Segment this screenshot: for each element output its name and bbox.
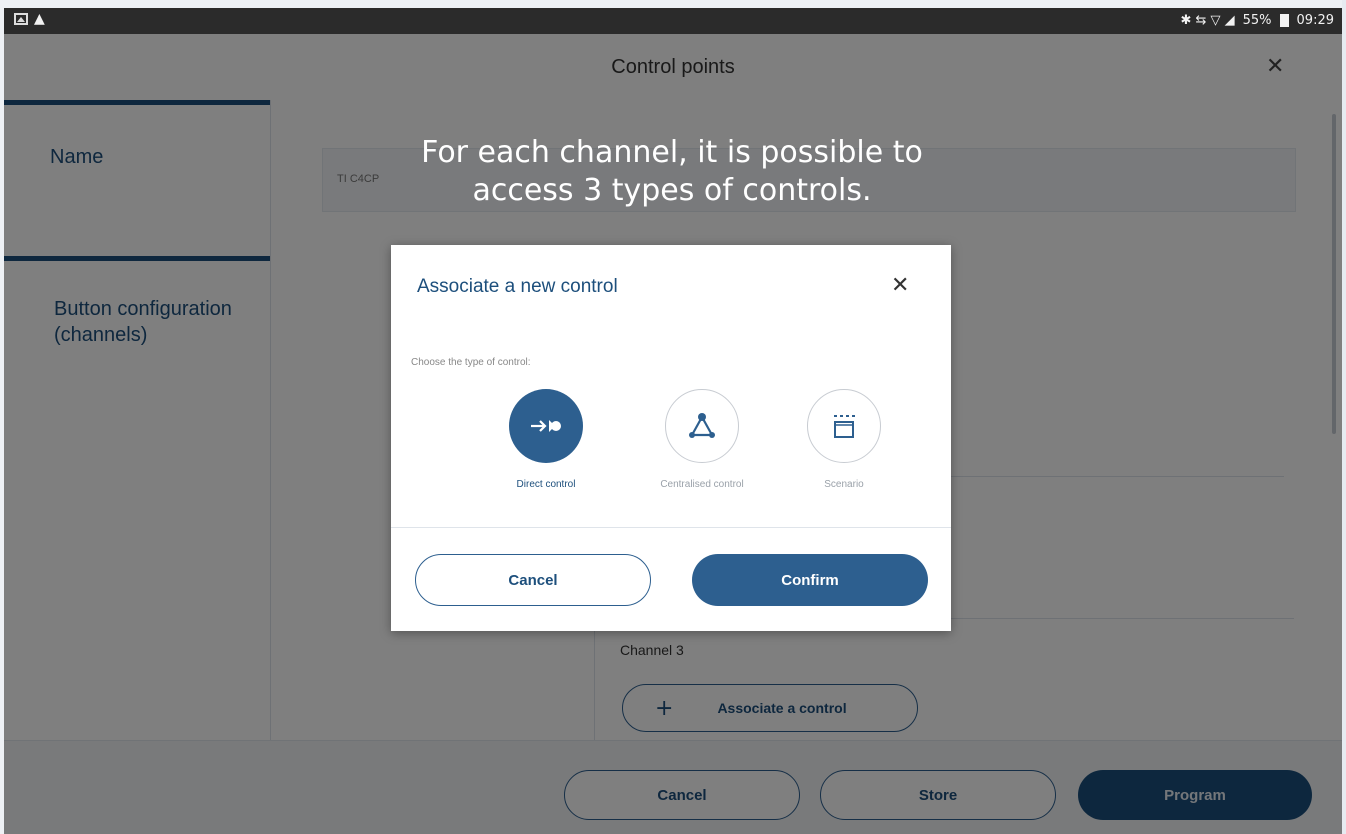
right-edge-strip xyxy=(1342,0,1346,834)
battery-icon xyxy=(1279,14,1289,27)
status-icons: ✱ ⇆ ▽ ◢ xyxy=(1180,13,1235,28)
network-triangle-icon xyxy=(689,413,715,438)
confirm-button[interactable]: Confirm xyxy=(692,554,928,606)
option-label: Centralised control xyxy=(660,479,744,490)
option-scenario[interactable]: Scenario xyxy=(774,389,914,490)
option-centralised-control[interactable]: Centralised control xyxy=(632,389,772,490)
warning-icon: ▲ xyxy=(34,11,45,27)
associate-control-dialog: Associate a new control ✕ Choose the typ… xyxy=(391,245,951,631)
option-direct-control[interactable]: Direct control xyxy=(476,389,616,490)
option-circle xyxy=(509,389,583,463)
option-label: Direct control xyxy=(516,479,576,490)
clock: 09:29 xyxy=(1296,13,1334,28)
option-circle xyxy=(807,389,881,463)
option-label: Scenario xyxy=(824,479,864,490)
image-icon xyxy=(14,13,28,25)
dialog-title: Associate a new control xyxy=(417,276,618,297)
arrow-direct-icon xyxy=(531,420,561,432)
divider xyxy=(391,527,951,528)
close-icon[interactable]: ✕ xyxy=(891,273,909,298)
clapperboard-icon xyxy=(834,415,855,438)
dialog-cancel-button[interactable]: Cancel xyxy=(415,554,651,606)
dialog-subtitle: Choose the type of control: xyxy=(411,357,531,368)
battery-percent: 55% xyxy=(1242,13,1272,28)
tutorial-caption: For each channel, it is possible to acce… xyxy=(421,135,923,208)
status-bar: ▲ ✱ ⇆ ▽ ◢ 55% 09:29 xyxy=(4,8,1342,34)
option-circle xyxy=(665,389,739,463)
